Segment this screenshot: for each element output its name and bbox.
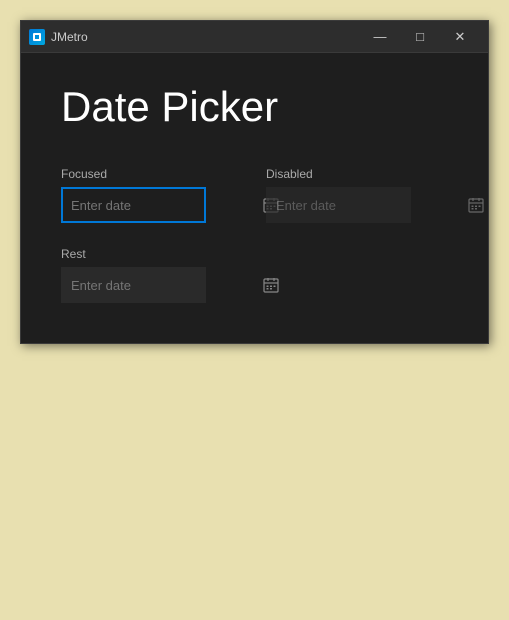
focused-date-input-wrapper[interactable] bbox=[61, 187, 206, 223]
content-area: Date Picker Focused bbox=[21, 53, 488, 343]
disabled-label: Disabled bbox=[266, 167, 411, 181]
pickers-row-bottom: Rest bbox=[61, 247, 448, 303]
page-title: Date Picker bbox=[61, 83, 448, 131]
focused-label: Focused bbox=[61, 167, 206, 181]
rest-date-input[interactable] bbox=[63, 269, 255, 301]
app-icon-inner bbox=[33, 33, 41, 41]
close-button[interactable]: ✕ bbox=[440, 21, 480, 53]
disabled-date-input bbox=[268, 189, 460, 221]
focused-date-input[interactable] bbox=[63, 189, 255, 221]
rest-label: Rest bbox=[61, 247, 448, 261]
maximize-button[interactable]: □ bbox=[400, 21, 440, 53]
titlebar-left: JMetro bbox=[29, 29, 88, 45]
pickers-row-top: Focused bbox=[61, 167, 448, 223]
rest-calendar-button[interactable] bbox=[255, 269, 287, 301]
focused-picker-group: Focused bbox=[61, 167, 206, 223]
disabled-picker-group: Disabled bbox=[266, 167, 411, 223]
app-icon bbox=[29, 29, 45, 45]
calendar-icon-rest bbox=[263, 277, 279, 293]
minimize-button[interactable]: — bbox=[360, 21, 400, 53]
titlebar: JMetro — □ ✕ bbox=[21, 21, 488, 53]
rest-date-input-wrapper[interactable] bbox=[61, 267, 206, 303]
calendar-icon-disabled bbox=[468, 197, 484, 213]
titlebar-controls: — □ ✕ bbox=[360, 21, 480, 53]
window-title: JMetro bbox=[51, 30, 88, 44]
rest-picker-group: Rest bbox=[61, 247, 448, 303]
app-window: JMetro — □ ✕ Date Picker Focused bbox=[20, 20, 489, 344]
disabled-date-input-wrapper bbox=[266, 187, 411, 223]
disabled-calendar-button bbox=[460, 189, 492, 221]
